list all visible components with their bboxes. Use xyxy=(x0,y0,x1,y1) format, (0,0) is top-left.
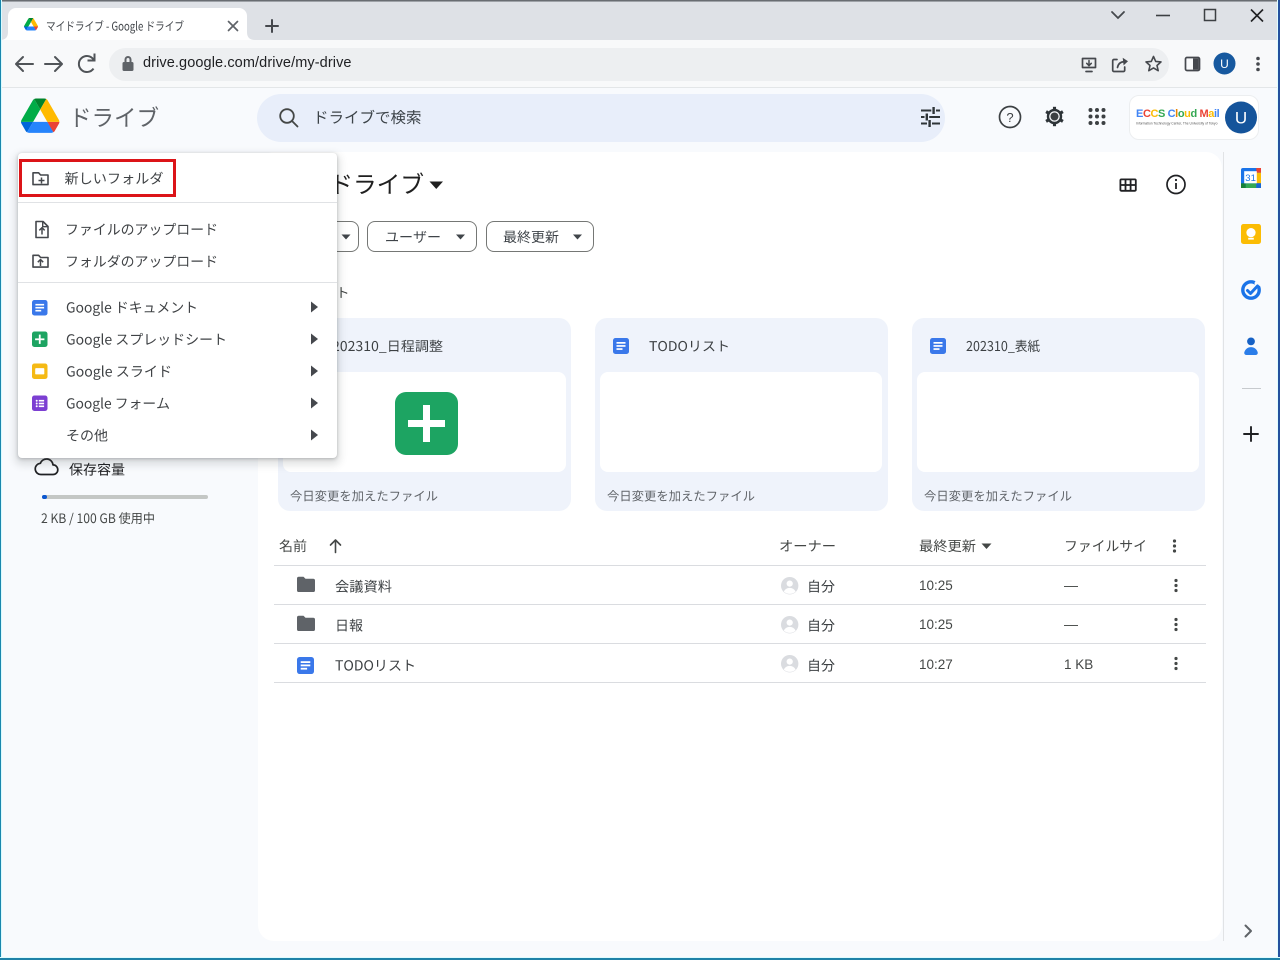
svg-text:31: 31 xyxy=(1245,173,1256,184)
svg-text:?: ? xyxy=(1006,110,1013,125)
